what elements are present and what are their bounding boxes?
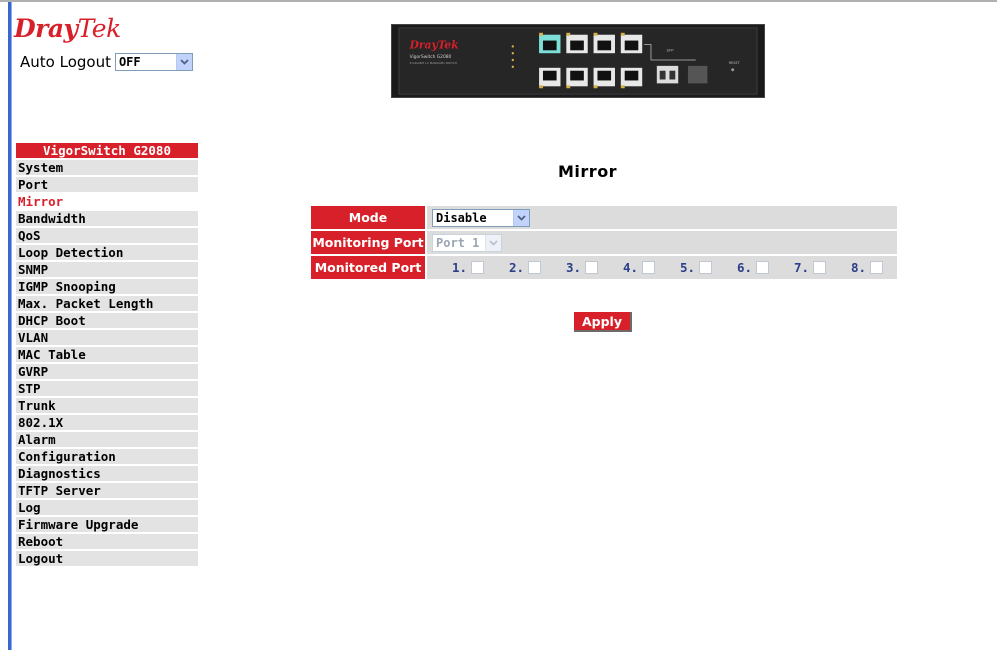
monitoring-port-cell: Port 1: [427, 231, 897, 254]
port-number-label: 2.: [508, 260, 524, 275]
monitored-port-1: 1.: [427, 260, 484, 275]
sidebar-item-bandwidth[interactable]: Bandwidth: [16, 211, 198, 226]
sidebar-item-max-packet-length[interactable]: Max. Packet Length: [16, 296, 198, 311]
sidebar-item-tftp-server[interactable]: TFTP Server: [16, 483, 198, 498]
panel-sfp-label: SFP: [667, 47, 675, 52]
sidebar-header: VigorSwitch G2080: [16, 143, 198, 158]
mode-label: Mode: [311, 206, 425, 229]
panel-model: VigorSwitch G2080: [410, 54, 452, 60]
port-7-checkbox[interactable]: [813, 261, 826, 274]
port-number-label: 6.: [736, 260, 752, 275]
sidebar-item-port[interactable]: Port: [16, 177, 198, 192]
sidebar-item-diagnostics[interactable]: Diagnostics: [16, 466, 198, 481]
top-border: [0, 0, 997, 2]
port-2-checkbox[interactable]: [528, 261, 541, 274]
sidebar-item-loop-detection[interactable]: Loop Detection: [16, 245, 198, 260]
chevron-down-icon[interactable]: [485, 234, 501, 251]
mirror-form: Mode Disable Monitoring Port Port 1 Moni…: [311, 206, 897, 281]
monitored-port-cell: 1. 2. 3. 4. 5. 6. 7. 8.: [427, 256, 897, 279]
sidebar-item-system[interactable]: System: [16, 160, 198, 175]
mode-cell: Disable: [427, 206, 897, 229]
monitoring-port-select[interactable]: Port 1: [432, 233, 502, 252]
monitoring-port-label: Monitoring Port: [311, 231, 425, 254]
auto-logout: Auto Logout OFF: [20, 53, 193, 71]
monitoring-port-row: Monitoring Port Port 1: [311, 231, 897, 254]
port-number-label: 8.: [850, 260, 866, 275]
sidebar-item-vlan[interactable]: VLAN: [16, 330, 198, 345]
switch-front-panel-image: DrayTek VigorSwitch G2080 8 GIGABIT L2 M…: [391, 24, 765, 98]
apply-button[interactable]: Apply: [574, 312, 632, 332]
port-3-checkbox[interactable]: [585, 261, 598, 274]
page-title: Mirror: [558, 162, 618, 181]
sidebar-item-qos[interactable]: QoS: [16, 228, 198, 243]
port-8-checkbox[interactable]: [870, 261, 883, 274]
sidebar-item-stp[interactable]: STP: [16, 381, 198, 396]
port-4-checkbox[interactable]: [642, 261, 655, 274]
port-number-label: 7.: [793, 260, 809, 275]
monitored-port-6: 6.: [712, 260, 769, 275]
panel-subtitle: 8 GIGABIT L2 MANAGED SWITCH: [410, 61, 457, 65]
sidebar-item-logout[interactable]: Logout: [16, 551, 198, 566]
monitored-port-8: 8.: [826, 260, 883, 275]
port-number-label: 4.: [622, 260, 638, 275]
monitored-port-3: 3.: [541, 260, 598, 275]
port-number-label: 1.: [451, 260, 467, 275]
draytek-logo: DrayTek: [14, 14, 121, 43]
port-5-checkbox[interactable]: [699, 261, 712, 274]
chevron-down-icon[interactable]: [513, 209, 529, 226]
sidebar-item-snmp[interactable]: SNMP: [16, 262, 198, 277]
sidebar-item-gvrp[interactable]: GVRP: [16, 364, 198, 379]
sidebar-menu: VigorSwitch G2080 System Port Mirror Bandwi…: [16, 143, 198, 568]
monitored-port-7: 7.: [769, 260, 826, 275]
sidebar-item-log[interactable]: Log: [16, 500, 198, 515]
sidebar-item-802-1x[interactable]: 802.1X: [16, 415, 198, 430]
monitored-port-2: 2.: [484, 260, 541, 275]
sidebar-item-trunk[interactable]: Trunk: [16, 398, 198, 413]
sidebar-item-firmware-upgrade[interactable]: Firmware Upgrade: [16, 517, 198, 532]
mode-select-value: Disable: [436, 210, 487, 225]
left-frame-border-highlight: [11, 2, 12, 650]
monitored-port-row: Monitored Port 1. 2. 3. 4. 5. 6. 7. 8.: [311, 256, 897, 279]
sidebar-item-reboot[interactable]: Reboot: [16, 534, 198, 549]
mode-row: Mode Disable: [311, 206, 897, 229]
sidebar-item-mirror[interactable]: Mirror: [16, 194, 198, 209]
mode-select[interactable]: Disable: [432, 208, 530, 227]
panel-brand: DrayTek: [409, 38, 459, 51]
monitored-port-label: Monitored Port: [311, 256, 425, 279]
sidebar-item-dhcp-boot[interactable]: DHCP Boot: [16, 313, 198, 328]
sidebar-item-alarm[interactable]: Alarm: [16, 432, 198, 447]
sidebar-item-mac-table[interactable]: MAC Table: [16, 347, 198, 362]
port-number-label: 3.: [565, 260, 581, 275]
sidebar-item-configuration[interactable]: Configuration: [16, 449, 198, 464]
chevron-down-icon[interactable]: [175, 54, 192, 70]
monitored-port-4: 4.: [598, 260, 655, 275]
port-1-checkbox[interactable]: [471, 261, 484, 274]
panel-reset-label: RESET: [729, 61, 741, 65]
auto-logout-select[interactable]: OFF: [114, 53, 193, 71]
port-6-checkbox[interactable]: [756, 261, 769, 274]
auto-logout-value: OFF: [118, 55, 141, 69]
auto-logout-label: Auto Logout: [20, 53, 111, 71]
port-number-label: 5.: [679, 260, 695, 275]
monitoring-port-value: Port 1: [436, 235, 480, 250]
sidebar-item-igmp-snooping[interactable]: IGMP Snooping: [16, 279, 198, 294]
monitored-port-5: 5.: [655, 260, 712, 275]
monitored-port-checkboxes: 1. 2. 3. 4. 5. 6. 7. 8.: [427, 260, 897, 275]
